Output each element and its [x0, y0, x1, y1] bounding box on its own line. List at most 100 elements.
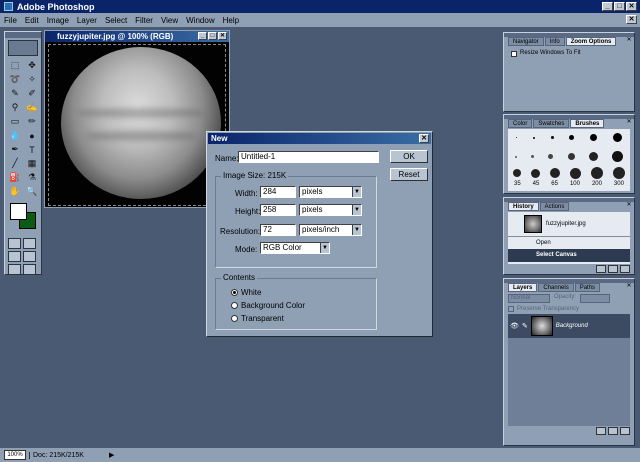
history-step[interactable]: Open: [508, 236, 630, 249]
full-screen-menu-mode-button[interactable]: [23, 251, 36, 262]
tab-actions[interactable]: Actions: [539, 202, 570, 211]
brush-tip[interactable]: [567, 153, 575, 160]
width-field[interactable]: 284: [260, 186, 296, 198]
adobe-eye-logo[interactable]: [8, 40, 38, 56]
eyedropper-tool-icon[interactable]: ⚗: [24, 171, 40, 184]
zoom-tool-icon[interactable]: 🔍: [24, 185, 40, 198]
tab-swatches[interactable]: Swatches: [533, 119, 570, 128]
document-title-bar[interactable]: fuzzyjupiter.jpg @ 100% (RGB) _ □ ✕: [45, 31, 229, 42]
transparent-option-label[interactable]: Transparent: [241, 314, 284, 323]
maximize-button[interactable]: □: [614, 2, 625, 11]
menu-layer[interactable]: Layer: [77, 16, 97, 25]
mode-select[interactable]: RGB Color ▼: [260, 242, 330, 254]
standard-screen-mode-button[interactable]: [8, 251, 21, 262]
menu-file[interactable]: File: [4, 16, 17, 25]
background-color-option-label[interactable]: Background Color: [241, 301, 305, 310]
brush-tip[interactable]: [531, 168, 540, 178]
tab-brushes[interactable]: Brushes: [570, 119, 605, 128]
minimize-button[interactable]: _: [602, 2, 613, 11]
resolution-unit-select[interactable]: pixels/inch ▼: [299, 224, 362, 236]
history-snapshot[interactable]: fuzzyjupiter.jpg: [508, 212, 630, 236]
new-document-icon[interactable]: [596, 265, 606, 273]
hand-tool-icon[interactable]: ✋: [7, 185, 23, 198]
zoom-level-field[interactable]: 100%: [4, 450, 26, 460]
document-canvas[interactable]: [48, 44, 226, 206]
blur-tool-icon[interactable]: 💧: [7, 129, 23, 142]
white-option-label[interactable]: White: [241, 288, 261, 297]
brush-icon[interactable]: ✎: [522, 322, 528, 330]
rubber-stamp-tool-icon[interactable]: ⚲: [7, 101, 23, 114]
name-field[interactable]: Untitled-1: [238, 151, 379, 163]
brush-tip[interactable]: [588, 152, 598, 161]
brush-tip[interactable]: [550, 168, 560, 178]
opacity-field[interactable]: [580, 294, 611, 303]
palette-close-icon[interactable]: ✕: [626, 283, 632, 290]
pen-tool-icon[interactable]: ✒: [7, 143, 23, 156]
tab-color[interactable]: Color: [508, 119, 533, 128]
dialog-close-button[interactable]: ✕: [419, 134, 429, 143]
quick-mask-mode-button[interactable]: [23, 238, 36, 249]
tab-paths[interactable]: Paths: [574, 283, 601, 292]
menu-window[interactable]: Window: [186, 16, 214, 25]
brush-tip[interactable]: [570, 167, 581, 179]
layer-row[interactable]: 👁 ✎ Background: [508, 314, 630, 338]
doc-minimize-button[interactable]: _: [198, 32, 207, 40]
width-unit-select[interactable]: pixels ▼: [299, 186, 362, 198]
height-field[interactable]: 258: [260, 204, 296, 216]
foreground-color[interactable]: [10, 203, 27, 220]
doc-window-close-button[interactable]: ✕: [218, 32, 227, 40]
brush-tip[interactable]: [550, 136, 554, 139]
dodge-tool-icon[interactable]: ●: [24, 129, 40, 142]
background-color-radio[interactable]: [231, 302, 238, 309]
menu-select[interactable]: Select: [105, 16, 127, 25]
tab-info[interactable]: Info: [544, 37, 565, 46]
doc-close-button[interactable]: ✕: [626, 15, 637, 24]
preserve-transparency-checkbox[interactable]: [508, 306, 514, 312]
magic-wand-tool-icon[interactable]: ✧: [24, 73, 40, 86]
doc-maximize-button[interactable]: □: [208, 32, 217, 40]
menu-edit[interactable]: Edit: [25, 16, 39, 25]
new-layer-icon[interactable]: [608, 427, 618, 435]
transparent-radio[interactable]: [231, 315, 238, 322]
history-brush-tool-icon[interactable]: ✍: [24, 101, 40, 114]
gradient-tool-icon[interactable]: ▦: [24, 157, 40, 170]
eraser-tool-icon[interactable]: ▭: [7, 115, 23, 128]
tab-channels[interactable]: Channels: [538, 283, 574, 292]
standard-mode-button[interactable]: [8, 238, 21, 249]
height-unit-select[interactable]: pixels ▼: [299, 204, 362, 216]
layer-effects-icon[interactable]: [596, 427, 606, 435]
brush-tip[interactable]: [532, 136, 535, 139]
trash-icon[interactable]: [620, 265, 630, 273]
brush-tip[interactable]: [591, 167, 603, 179]
new-snapshot-icon[interactable]: [608, 265, 618, 273]
status-arrow-icon[interactable]: ▶: [109, 451, 114, 459]
resolution-field[interactable]: 72: [260, 224, 296, 236]
dialog-title-bar[interactable]: New ✕: [208, 133, 431, 144]
history-step-selected[interactable]: Select Canvas: [508, 249, 630, 262]
ok-button[interactable]: OK: [390, 150, 428, 163]
full-screen-mode-button[interactable]: [8, 264, 21, 275]
brush-tip[interactable]: [613, 133, 623, 142]
brush-tip[interactable]: [515, 137, 517, 138]
lasso-tool-icon[interactable]: ➰: [7, 73, 23, 86]
paint-bucket-tool-icon[interactable]: ⛽: [7, 171, 23, 184]
reset-button[interactable]: Reset: [390, 168, 428, 181]
brush-tip[interactable]: [569, 135, 575, 140]
brush-tip[interactable]: [548, 154, 554, 159]
tab-navigator[interactable]: Navigator: [508, 37, 544, 46]
brush-tip[interactable]: [513, 169, 521, 177]
brush-tip[interactable]: [531, 155, 535, 158]
menu-view[interactable]: View: [161, 16, 178, 25]
white-radio[interactable]: [231, 289, 238, 296]
brush-tip[interactable]: [515, 155, 518, 158]
pencil-tool-icon[interactable]: ✏: [24, 115, 40, 128]
brush-tip[interactable]: [590, 134, 598, 141]
resize-windows-checkbox[interactable]: [511, 51, 517, 57]
marquee-tool-icon[interactable]: ⬚: [7, 59, 23, 72]
tab-layers[interactable]: Layers: [508, 283, 538, 292]
palette-close-icon[interactable]: ✕: [626, 119, 632, 126]
palette-close-icon[interactable]: ✕: [626, 202, 632, 209]
brush-tip[interactable]: [611, 151, 623, 162]
toolbox-title-bar[interactable]: [5, 32, 41, 38]
close-button[interactable]: ✕: [626, 2, 637, 11]
